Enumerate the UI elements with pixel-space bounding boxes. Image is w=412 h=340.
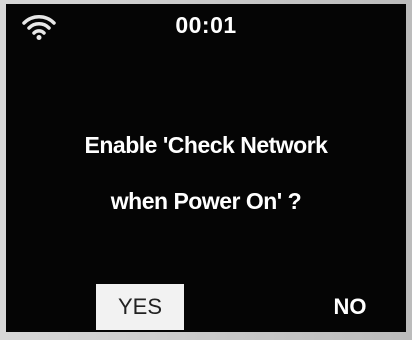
- device-bezel: 00:01 Enable 'Check Network when Power O…: [0, 0, 412, 340]
- no-button[interactable]: NO: [312, 284, 388, 330]
- display-screen: 00:01 Enable 'Check Network when Power O…: [6, 4, 406, 332]
- yes-button[interactable]: YES: [96, 284, 184, 330]
- dialog-message-line1: Enable 'Check Network: [84, 132, 328, 158]
- clock-time: 00:01: [175, 12, 237, 38]
- status-bar: 00:01: [6, 4, 406, 44]
- dialog-message-line2: when Power On' ?: [110, 188, 302, 214]
